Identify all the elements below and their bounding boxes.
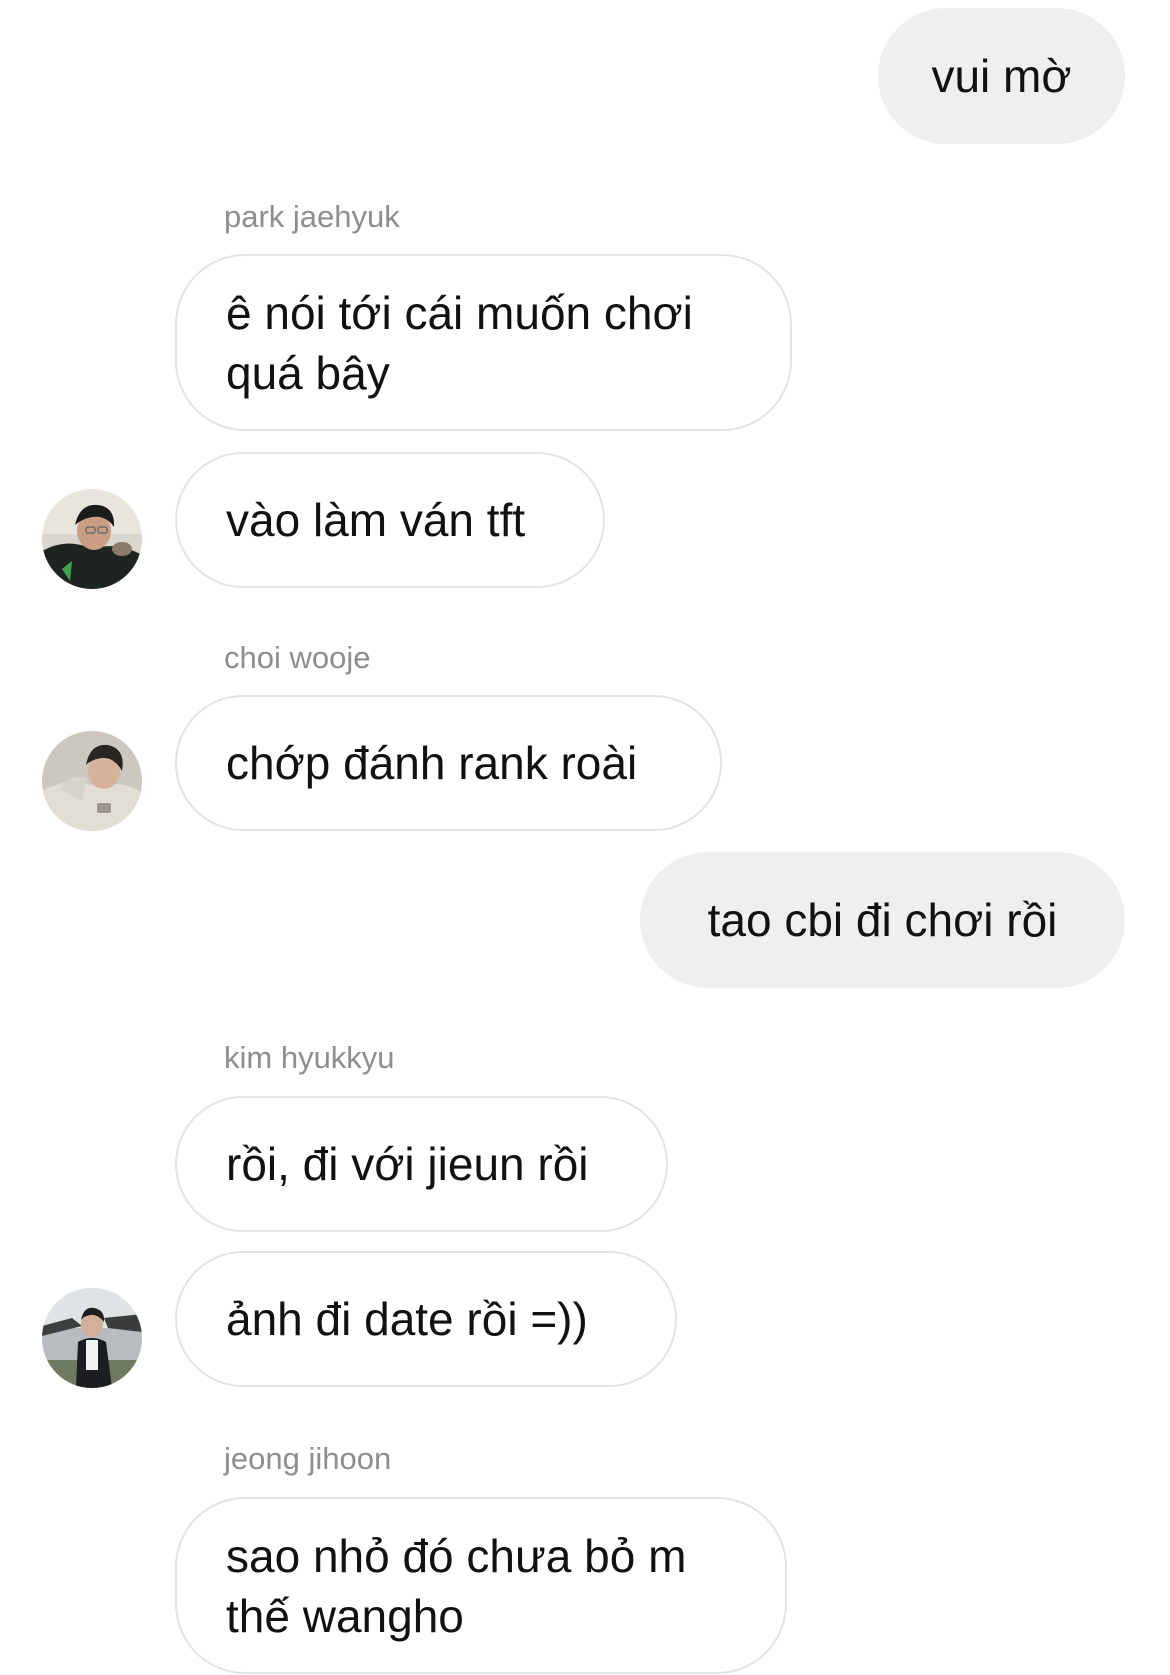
message-text: chớp đánh rank roài	[226, 737, 638, 789]
avatar-photo-icon	[42, 489, 142, 589]
sender-name: choi wooje	[224, 640, 371, 675]
sender-name: jeong jihoon	[224, 1441, 392, 1476]
chat-thread: vui mờ park jaehyuk ê nói tới cái muốn c…	[0, 0, 1170, 1675]
sender-name: park jaehyuk	[224, 199, 400, 234]
avatar[interactable]	[42, 489, 142, 589]
message-text: ảnh đi date rồi =))	[226, 1293, 588, 1345]
message-bubble-outgoing[interactable]: vui mờ	[878, 8, 1125, 144]
avatar[interactable]	[42, 731, 142, 831]
message-text: tao cbi đi chơi rồi	[707, 894, 1058, 946]
message-text: ê nói tới cái muốn chơi quá bây	[226, 286, 693, 399]
message-bubble-incoming[interactable]: rồi, đi với jieun rồi	[175, 1096, 668, 1232]
avatar[interactable]	[42, 1288, 142, 1388]
sender-name: kim hyukkyu	[224, 1040, 395, 1075]
message-text: sao nhỏ đó chưa bỏ m thế wangho	[226, 1529, 687, 1642]
avatar-photo-icon	[42, 731, 142, 831]
message-bubble-incoming[interactable]: chớp đánh rank roài	[175, 695, 722, 831]
message-bubble-incoming[interactable]: vào làm ván tft	[175, 452, 605, 588]
avatar-photo-icon	[42, 1288, 142, 1388]
message-bubble-incoming[interactable]: ê nói tới cái muốn chơi quá bây	[175, 254, 792, 431]
message-text: vào làm ván tft	[226, 494, 526, 546]
message-bubble-incoming[interactable]: sao nhỏ đó chưa bỏ m thế wangho	[175, 1497, 787, 1674]
message-text: rồi, đi với jieun rồi	[226, 1138, 589, 1190]
message-bubble-incoming[interactable]: ảnh đi date rồi =))	[175, 1251, 677, 1387]
message-bubble-outgoing[interactable]: tao cbi đi chơi rồi	[640, 852, 1125, 988]
message-text: vui mờ	[931, 50, 1072, 102]
